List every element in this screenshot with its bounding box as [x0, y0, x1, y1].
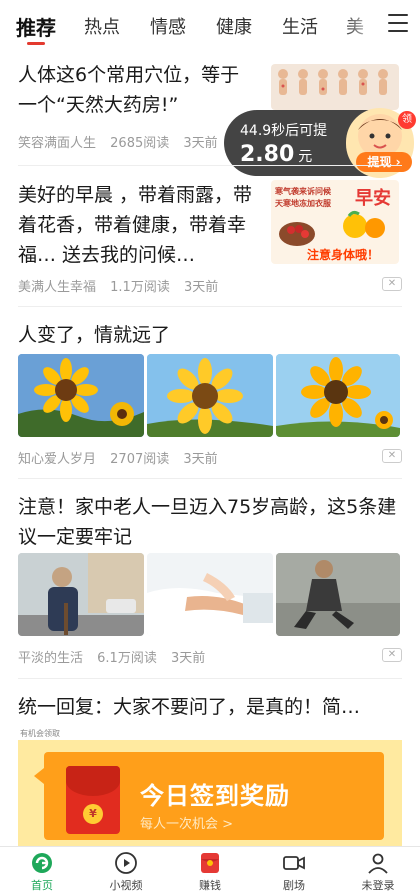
withdraw-button[interactable]: 提现 ›: [356, 152, 412, 172]
article-author: 美满人生幸福: [18, 280, 97, 295]
ad-label: 有机会领取: [20, 729, 60, 738]
article-reads: 2707阅读: [110, 452, 170, 467]
play-icon: [115, 852, 137, 874]
nav-short-video[interactable]: 小视频: [84, 847, 168, 894]
nav-earn[interactable]: 赚钱: [168, 847, 252, 894]
article-time: 3天前: [170, 651, 206, 666]
article-image[interactable]: [276, 354, 400, 437]
article-image[interactable]: [147, 354, 273, 437]
article-image[interactable]: [147, 553, 273, 636]
article-title[interactable]: 统一回复：大家不要问了，是真的！简…: [18, 692, 402, 722]
red-envelope-icon[interactable]: ¥: [66, 766, 120, 834]
coin-icon: ¥: [83, 804, 103, 824]
ad-subtitle[interactable]: 每人一次机会 >: [140, 813, 233, 832]
divider: [18, 306, 402, 307]
article-thumbnail[interactable]: 寒气袭来诉问候 天寒地冻加衣服 早安 注意身体哦！: [271, 180, 399, 264]
dismiss-button[interactable]: ✕: [382, 277, 402, 291]
article-time: 3天前: [183, 452, 218, 467]
article-item[interactable]: 注意！家中老人一旦迈入75岁高龄，这5条建议一定要牢记 平淡的生活 6.1万阅读…: [18, 492, 402, 666]
nav-theater-label: 剧场: [283, 879, 305, 892]
nav-theater[interactable]: 剧场: [252, 847, 336, 894]
article-item[interactable]: 人变了，情就远了 知心爱人岁月 2707阅读 3天前 ✕: [18, 320, 402, 467]
dismiss-button[interactable]: ✕: [382, 648, 402, 662]
article-meta: 知心爱人岁月 2707阅读 3天前: [18, 448, 228, 467]
nav-home[interactable]: 首页: [0, 847, 84, 894]
tab-recommend[interactable]: 推荐: [16, 12, 56, 41]
user-icon: [368, 853, 388, 874]
ad-title[interactable]: 今日签到奖励: [140, 776, 290, 811]
tabs-fade: [342, 0, 382, 50]
article-author: 平淡的生活: [18, 651, 84, 666]
article-reads: 6.1万阅读: [97, 651, 157, 666]
divider: [18, 165, 402, 166]
article-time: 3天前: [183, 136, 218, 151]
nav-short-video-label: 小视频: [109, 879, 143, 892]
article-title[interactable]: 美好的早晨 ，带着雨露，带着花香，带着健康，带着幸福… 送去我的问候…: [18, 180, 260, 270]
home-icon: [32, 853, 52, 873]
tab-life[interactable]: 生活: [282, 13, 318, 39]
bottom-navigation: 首页 小视频 赚钱 剧场 未登录: [0, 846, 420, 894]
article-reads: 1.1万阅读: [110, 280, 170, 295]
article-meta: 美满人生幸福 1.1万阅读 3天前: [18, 276, 228, 295]
article-image[interactable]: [276, 553, 400, 636]
top-tab-bar: 推荐 热点 情感 健康 生活 美: [0, 0, 420, 50]
nav-earn-label: 赚钱: [199, 879, 221, 892]
tab-hot[interactable]: 热点: [84, 13, 120, 39]
article-title[interactable]: 人体这6个常用穴位，等于一个“天然大药房!”: [18, 60, 258, 120]
article-title[interactable]: 注意！家中老人一旦迈入75岁高龄，这5条建议一定要牢记: [18, 492, 402, 552]
thumb-text-line2: 天寒地冻加衣服: [275, 199, 331, 208]
nav-profile[interactable]: 未登录: [336, 847, 420, 894]
nav-home-label: 首页: [31, 879, 53, 892]
divider: [18, 678, 402, 679]
menu-icon[interactable]: [388, 14, 408, 32]
video-camera-icon: [283, 856, 305, 870]
article-image[interactable]: [18, 354, 144, 437]
tab-health[interactable]: 健康: [216, 13, 252, 39]
article-thumbnail[interactable]: [271, 64, 399, 110]
article-reads: 2685阅读: [110, 136, 170, 151]
active-tab-indicator: [27, 42, 45, 45]
article-time: 3天前: [183, 280, 219, 295]
divider: [18, 478, 402, 479]
ad-tab: [34, 768, 44, 784]
article-item[interactable]: 统一回复：大家不要问了，是真的！简…: [18, 692, 402, 722]
article-author: 知心爱人岁月: [18, 452, 97, 467]
reward-amount: 2.80 元: [240, 142, 313, 167]
dismiss-button[interactable]: ✕: [382, 449, 402, 463]
article-author: 笑容满面人生: [18, 136, 97, 151]
article-title[interactable]: 人变了，情就远了: [18, 320, 402, 350]
thumb-text-big: 早安: [355, 188, 391, 209]
claim-badge[interactable]: 领: [398, 111, 416, 129]
article-meta: 笑容满面人生 2685阅读 3天前: [18, 132, 228, 151]
thumb-text-bottom: 注意身体哦！: [307, 248, 380, 262]
tab-emotion[interactable]: 情感: [150, 13, 186, 39]
thumb-text-line1: 寒气袭来诉问候: [275, 187, 331, 196]
article-image[interactable]: [18, 553, 144, 636]
red-envelope-icon: [201, 853, 219, 873]
reward-timer: 44.9秒后可提: [240, 123, 328, 139]
nav-profile-label: 未登录: [361, 879, 395, 892]
article-meta: 平淡的生活 6.1万阅读 3天前: [18, 647, 215, 666]
